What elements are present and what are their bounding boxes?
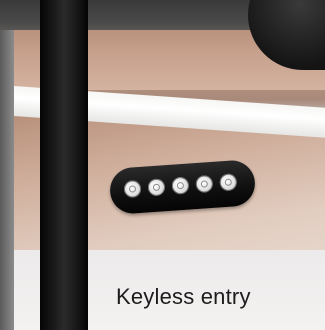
keypad-key[interactable]: [147, 178, 166, 197]
keypad-key[interactable]: [123, 179, 142, 199]
keypad-key[interactable]: [171, 176, 190, 195]
key-mark-icon: [224, 178, 233, 187]
key-mark-icon: [128, 185, 137, 193]
key-mark-icon: [152, 183, 161, 192]
left-window-frame: [0, 30, 14, 330]
keypad-key[interactable]: [195, 174, 214, 194]
keypad-key[interactable]: [219, 173, 238, 192]
key-mark-icon: [200, 180, 209, 188]
key-mark-icon: [176, 181, 185, 190]
caption-text: Keyless entry: [116, 284, 251, 309]
keyless-entry-photo: Keyless entry: [0, 0, 325, 330]
b-pillar: [40, 0, 88, 330]
